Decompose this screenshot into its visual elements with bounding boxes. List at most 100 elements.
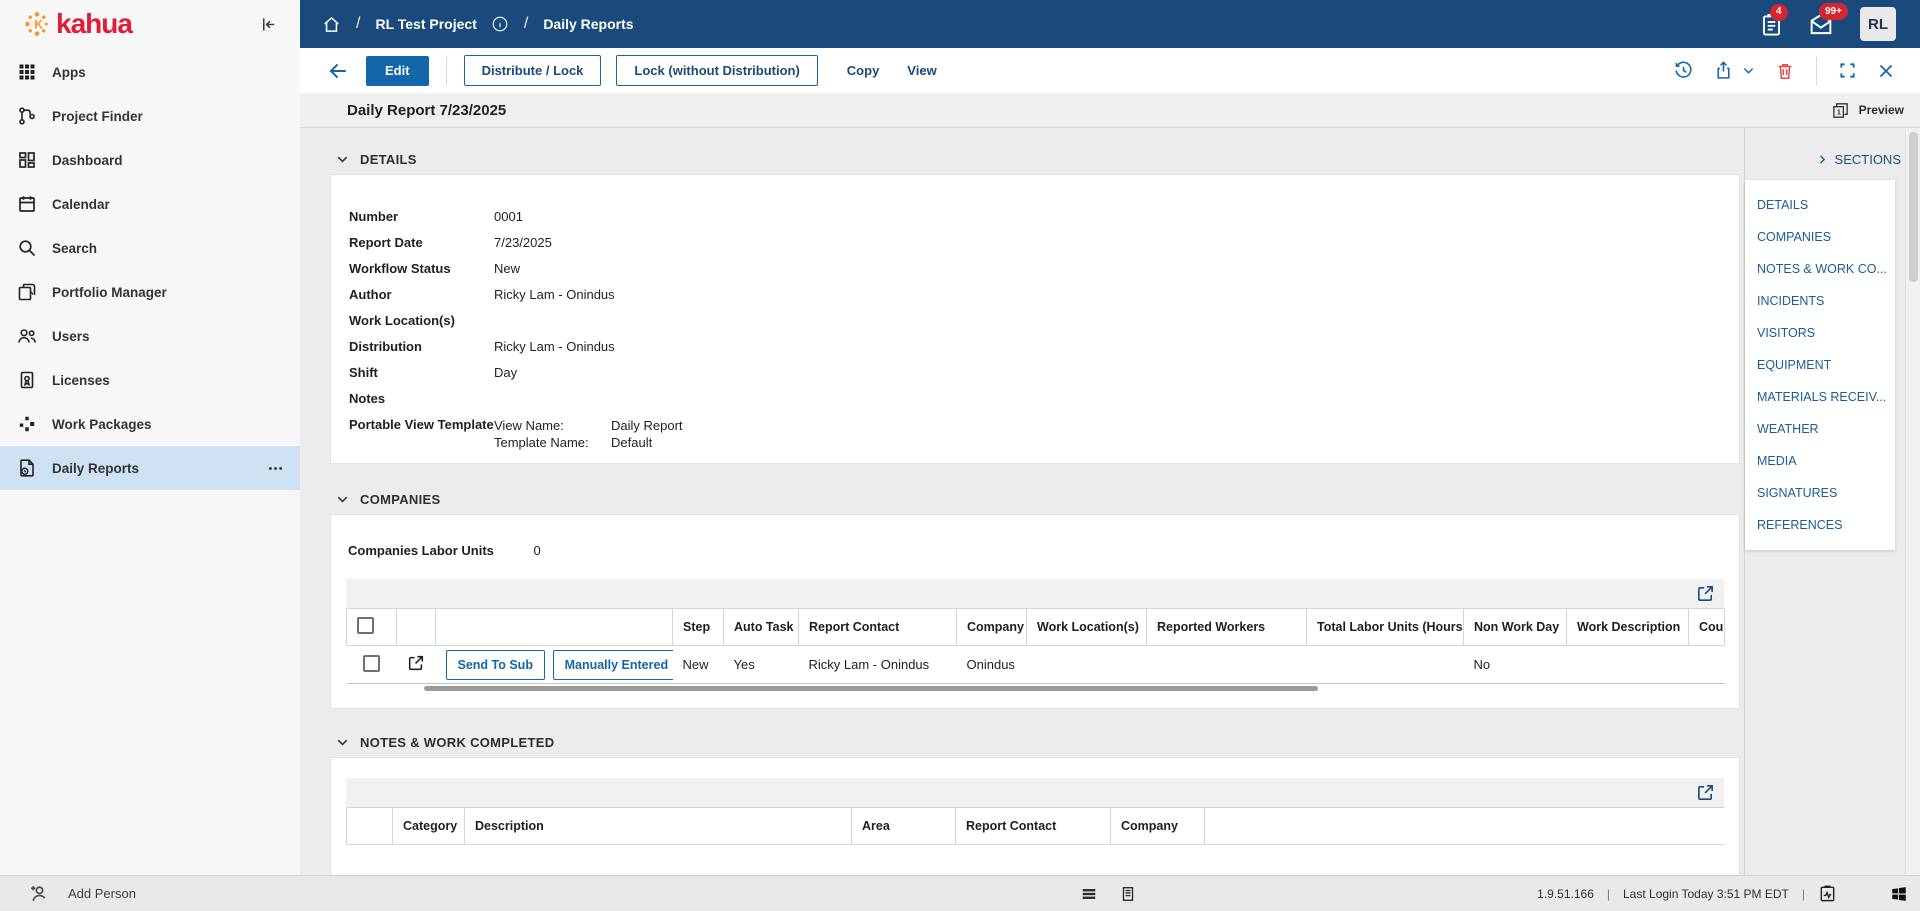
delete-icon[interactable] [1775, 61, 1795, 81]
section-link-visitors[interactable]: VISITORS [1745, 317, 1895, 349]
share-export-icon[interactable] [1713, 60, 1734, 81]
edit-button[interactable]: Edit [366, 55, 429, 86]
open-in-new-icon[interactable] [1696, 783, 1715, 802]
notes-section-title: NOTES & WORK COMPLETED [360, 734, 555, 750]
template-name-value: Default [611, 435, 653, 450]
tasks-tray-icon[interactable]: 4 [1759, 3, 1788, 37]
add-person-button[interactable]: Add Person [28, 882, 136, 905]
record-title: Daily Report 7/23/2025 [347, 101, 507, 119]
section-link-materials-received[interactable]: MATERIALS RECEIV... [1745, 381, 1895, 413]
sidebar-item-daily-reports[interactable]: Daily Reports [0, 446, 300, 490]
sidebar: K kahua Apps Project Finder Dashboard Ca… [0, 0, 300, 875]
breadcrumb-app[interactable]: Daily Reports [543, 16, 633, 32]
manually-entered-button[interactable]: Manually Entered [552, 649, 673, 680]
details-section-header[interactable]: DETAILS [330, 144, 1739, 174]
copy-button[interactable]: Copy [847, 63, 880, 78]
chevron-down-icon [336, 493, 349, 506]
cell-auto-task: Yes [723, 645, 799, 684]
notes-table-row [346, 844, 1725, 875]
column-header: Coun [1688, 608, 1725, 646]
kahua-app: K kahua Apps Project Finder Dashboard Ca… [0, 0, 1920, 911]
top-navigation-bar: / RL Test Project / Daily Reports 4 99+ … [300, 0, 1920, 48]
preview-label: Preview [1858, 103, 1904, 117]
breadcrumb: / RL Test Project / Daily Reports [322, 15, 634, 34]
close-icon[interactable] [1876, 61, 1896, 81]
sidebar-item-licenses[interactable]: Licenses [0, 358, 300, 402]
sidebar-item-calendar[interactable]: Calendar [0, 182, 300, 226]
vertical-scrollbar-thumb[interactable] [1908, 132, 1918, 282]
section-link-weather[interactable]: WEATHER [1745, 413, 1895, 445]
history-icon[interactable] [1673, 60, 1694, 81]
more-options-icon[interactable] [267, 460, 284, 477]
column-header: Total Labor Units (Hours) [1306, 608, 1464, 646]
breadcrumb-project[interactable]: RL Test Project [375, 16, 476, 32]
companies-section-header[interactable]: COMPANIES [330, 484, 1739, 514]
select-all-checkbox[interactable] [357, 617, 374, 634]
column-header: Report Contact [798, 608, 957, 646]
detail-view-icon[interactable] [1119, 885, 1137, 903]
lock-without-distribution-button[interactable]: Lock (without Distribution) [616, 55, 818, 86]
section-link-details[interactable]: DETAILS [1745, 189, 1895, 221]
sections-panel-title: SECTIONS [1834, 151, 1901, 167]
project-finder-icon [17, 106, 37, 126]
expand-fullscreen-icon[interactable] [1838, 61, 1857, 80]
tasks-badge: 4 [1770, 3, 1788, 21]
view-button[interactable]: View [907, 63, 936, 78]
section-link-references[interactable]: REFERENCES [1745, 509, 1895, 541]
messages-tray-icon[interactable]: 99+ [1808, 3, 1848, 37]
companies-table-header-row: Step Auto Task Report Contact Company Wo… [346, 608, 1725, 646]
notes-section-header[interactable]: NOTES & WORK COMPLETED [330, 727, 1739, 757]
windows-logo-icon[interactable] [1890, 885, 1908, 903]
record-title-bar: Daily Report 7/23/2025 1 Preview [300, 93, 1920, 128]
send-to-sub-button[interactable]: Send To Sub [445, 649, 545, 680]
companies-table-row: Send To Sub Manually Entered New Yes Ric… [346, 645, 1725, 684]
back-arrow-icon[interactable] [326, 60, 348, 82]
preview-toggle[interactable]: 1 Preview [1831, 101, 1904, 120]
project-info-icon[interactable] [491, 15, 509, 33]
open-in-new-icon[interactable] [1696, 584, 1715, 603]
horizontal-scrollbar[interactable] [346, 686, 1724, 692]
notes-card: Category Description Area Report Contact… [330, 757, 1740, 875]
sidebar-item-users[interactable]: Users [0, 314, 300, 358]
cell-total-labor-units [1306, 645, 1464, 684]
distribute-lock-button[interactable]: Distribute / Lock [463, 55, 602, 86]
share-dropdown-chevron-icon[interactable] [1741, 63, 1756, 78]
chevron-right-icon [1817, 154, 1828, 165]
section-link-notes-work-completed[interactable]: NOTES & WORK CO... [1745, 253, 1895, 285]
diagnostics-icon[interactable] [1818, 884, 1837, 903]
open-record-icon[interactable] [407, 654, 425, 672]
details-section-title: DETAILS [360, 151, 417, 167]
column-header: Company [1110, 807, 1205, 845]
list-view-icon[interactable] [1080, 885, 1098, 903]
daily-reports-icon [17, 458, 37, 478]
column-header: Work Location(s) [1026, 608, 1147, 646]
section-link-companies[interactable]: COMPANIES [1745, 221, 1895, 253]
sidebar-collapse-icon[interactable] [259, 15, 278, 34]
section-link-signatures[interactable]: SIGNATURES [1745, 477, 1895, 509]
toolbar-divider [1816, 56, 1817, 85]
licenses-icon [17, 370, 37, 390]
section-link-equipment[interactable]: EQUIPMENT [1745, 349, 1895, 381]
user-avatar[interactable]: RL [1860, 7, 1896, 41]
sidebar-item-search[interactable]: Search [0, 226, 300, 270]
view-toggles [1080, 885, 1137, 903]
sidebar-item-project-finder[interactable]: Project Finder [0, 94, 300, 138]
sidebar-item-label: Apps [52, 64, 86, 80]
horizontal-scrollbar-thumb[interactable] [424, 686, 1318, 691]
sidebar-item-portfolio-manager[interactable]: Portfolio Manager [0, 270, 300, 314]
field-value: Ricky Lam - Onindus [494, 339, 615, 354]
field-value: New [494, 261, 521, 276]
sections-panel-toggle[interactable]: SECTIONS [1745, 144, 1905, 174]
section-link-incidents[interactable]: INCIDENTS [1745, 285, 1895, 317]
vertical-scrollbar[interactable] [1905, 128, 1920, 875]
sidebar-item-label: Work Packages [52, 416, 152, 432]
home-icon[interactable] [322, 15, 341, 34]
sidebar-item-apps[interactable]: Apps [0, 50, 300, 94]
companies-table-toolbar [346, 579, 1724, 608]
field-label: Portable View Template [349, 417, 494, 432]
row-checkbox[interactable] [363, 654, 380, 672]
section-link-media[interactable]: MEDIA [1745, 445, 1895, 477]
sidebar-item-dashboard[interactable]: Dashboard [0, 138, 300, 182]
apps-grid-icon [17, 62, 37, 82]
sidebar-item-work-packages[interactable]: Work Packages [0, 402, 300, 446]
